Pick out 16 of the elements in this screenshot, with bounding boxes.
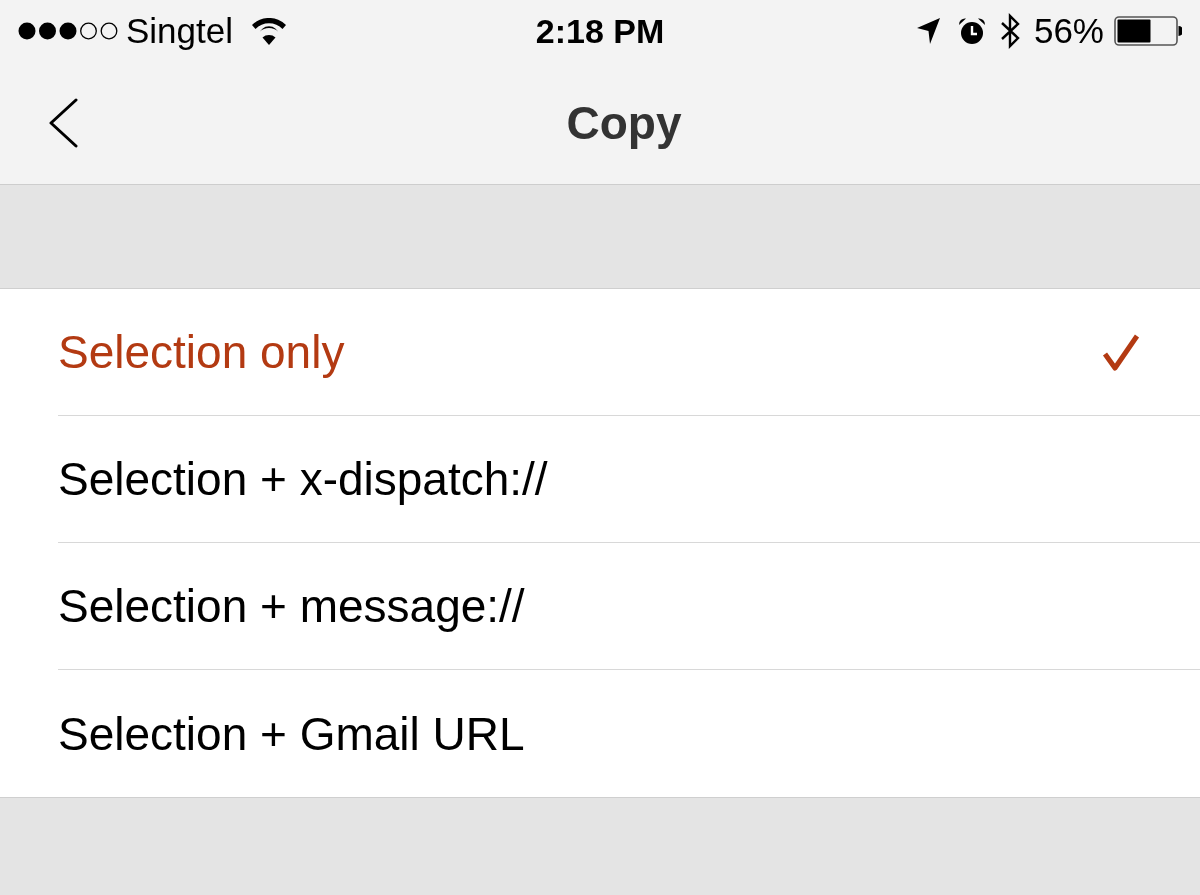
option-row[interactable]: Selection only [58, 289, 1200, 416]
carrier-name: Singtel [126, 11, 234, 51]
chevron-left-icon[interactable] [48, 98, 78, 148]
option-row[interactable]: Selection + Gmail URL [58, 670, 1200, 797]
bluetooth-icon [999, 13, 1022, 49]
signal-strength-icon [18, 22, 118, 40]
checkmark-icon [1102, 333, 1140, 371]
battery-icon [1114, 16, 1182, 46]
option-row[interactable]: Selection + message:// [58, 543, 1200, 670]
location-arrow-icon [915, 18, 940, 44]
wifi-icon [251, 17, 288, 45]
alarm-clock-icon [957, 17, 986, 45]
option-row[interactable]: Selection + x-dispatch:// [58, 416, 1200, 543]
screen-title: Copy [566, 96, 682, 151]
battery-percent: 56% [1033, 11, 1104, 51]
status-time: 2:18 PM [535, 11, 665, 51]
